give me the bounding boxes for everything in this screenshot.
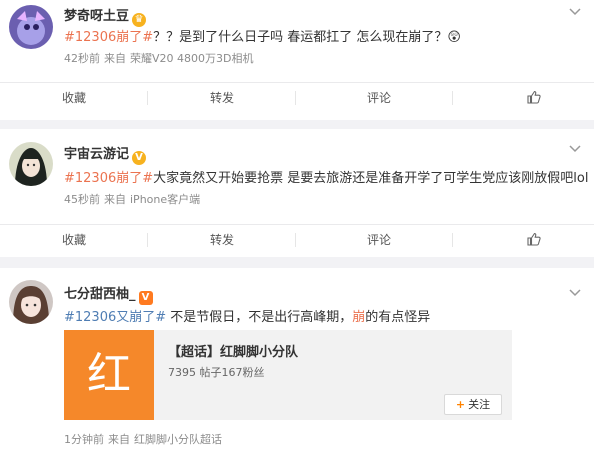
post-text: #12306崩了#大家竟然又开始要抢票 是要去旅游还是准备开学了可学生党应该刚放… [64,167,588,186]
post-card: 七分甜西柚_ V #12306又崩了# 不是节假日，不是出行高峰期，崩的有点怪异 … [0,268,594,456]
avatar[interactable] [9,142,53,186]
hashtag-link[interactable]: #12306崩了# [64,171,153,186]
source-prefix: 来自 [108,433,130,446]
post-card: 宇宙云游记 V #12306崩了#大家竟然又开始要抢票 是要去旅游还是准备开学了可… [0,129,594,257]
super-topic-title[interactable]: 【超话】红脚脚小分队 [168,341,298,360]
follow-button[interactable]: + 关注 [444,394,502,415]
post-body: 不是节假日，不是出行高峰期， [166,310,353,325]
action-bar: 收藏 转发 评论 [0,82,594,112]
comment-button[interactable]: 评论 [305,83,453,113]
comment-label: 评论 [366,91,391,105]
repost-label: 转发 [209,233,234,247]
username-text[interactable]: 梦奇呀土豆 [64,9,129,24]
verified-badge-icon: V [132,151,147,165]
favorite-label: 收藏 [61,233,86,247]
post-body: ？？是到了什么日子吗 春运都扛了 怎么现在崩了？ [153,30,448,45]
favorite-button[interactable]: 收藏 [0,83,148,113]
comment-button[interactable]: 评论 [305,225,453,255]
source-prefix: 来自 [104,193,126,206]
source-prefix: 来自 [104,52,126,65]
super-topic-logo: 红 [64,330,154,420]
timestamp[interactable]: 42秒前 [64,52,100,65]
post-body-end: 的有点怪异 [365,310,431,325]
username[interactable]: 宇宙云游记 V [64,143,147,165]
avatar[interactable] [9,280,53,324]
timestamp[interactable]: 1分钟前 [64,433,104,446]
source-device[interactable]: 荣耀V20 4800万3D相机 [130,52,253,65]
post-body: 大家竟然又开始要抢票 是要去旅游还是准备开学了可学生党应该刚放假吧lol [153,171,589,186]
source-device[interactable]: iPhone客户端 [130,193,200,206]
post-text: #12306又崩了# 不是节假日，不是出行高峰期，崩的有点怪异 [64,306,430,325]
favorite-label: 收藏 [61,91,86,105]
username-text[interactable]: 宇宙云游记 [64,147,129,162]
post-text: #12306崩了#？？是到了什么日子吗 春运都扛了 怎么现在崩了？😲 [64,26,461,45]
repost-button[interactable]: 转发 [148,225,296,255]
hashtag-link[interactable]: #12306又崩了# [64,310,166,325]
repost-button[interactable]: 转发 [148,83,296,113]
comment-label: 评论 [366,233,391,247]
source-topic[interactable]: 红脚脚小分队超话 [134,433,222,446]
favorite-button[interactable]: 收藏 [0,225,148,255]
chevron-down-icon[interactable] [568,287,582,297]
crown-badge-icon: ♛ [132,13,147,27]
post-meta: 42秒前 来自 荣耀V20 4800万3D相机 [64,50,257,66]
follow-label: 关注 [468,398,491,411]
post-card: 梦奇呀土豆 ♛ #12306崩了#？？是到了什么日子吗 春运都扛了 怎么现在崩了？… [0,0,594,120]
chevron-down-icon[interactable] [568,6,582,16]
like-button[interactable] [460,225,594,255]
like-button[interactable] [460,83,594,113]
super-topic-stats: 7395 帖子167粉丝 [168,366,265,379]
username-text[interactable]: 七分甜西柚_ [64,287,136,302]
timestamp[interactable]: 45秒前 [64,193,100,206]
emoji-surprised-icon: 😲 [447,30,461,45]
weibo-feed: 梦奇呀土豆 ♛ #12306崩了#？？是到了什么日子吗 春运都扛了 怎么现在崩了？… [0,0,594,456]
post-meta: 1分钟前 来自 红脚脚小分队超话 [64,431,226,447]
thumbs-up-icon [527,90,541,104]
repost-label: 转发 [209,91,234,105]
chevron-down-icon[interactable] [568,143,582,153]
username[interactable]: 七分甜西柚_ V [64,283,153,305]
post-meta: 45秒前 来自 iPhone客户端 [64,191,204,207]
super-topic-card[interactable]: 红 【超话】红脚脚小分队 7395 帖子167粉丝 + 关注 [64,330,512,420]
action-bar: 收藏 转发 评论 [0,224,594,254]
avatar[interactable] [9,5,53,49]
username[interactable]: 梦奇呀土豆 ♛ [64,5,147,27]
thumbs-up-icon [527,232,541,246]
plus-icon: + [455,398,466,411]
verified-badge-icon: V [138,291,153,305]
hashtag-link[interactable]: #12306崩了# [64,30,153,45]
highlight-word: 崩 [352,310,366,325]
